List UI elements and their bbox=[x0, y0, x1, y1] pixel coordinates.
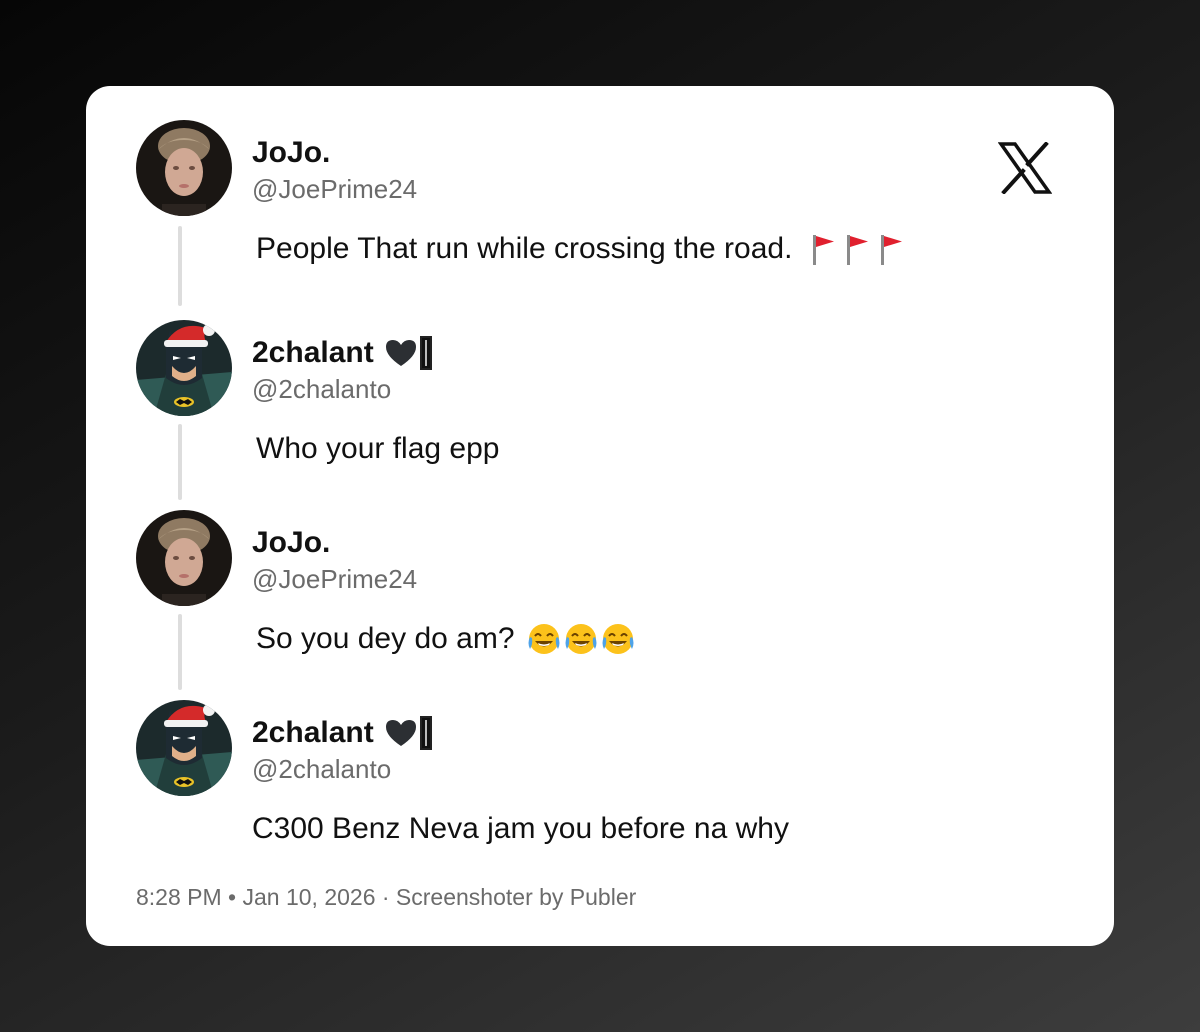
thread-connector-line bbox=[178, 614, 182, 690]
post-text: So you dey do am? bbox=[256, 622, 515, 655]
author-handle[interactable]: @JoePrime24 bbox=[252, 564, 417, 595]
tears-of-joy-emoji bbox=[564, 622, 598, 656]
author-name-row: JoJo. bbox=[252, 136, 330, 170]
face-photo-avatar[interactable] bbox=[136, 120, 232, 216]
red-flag-icon bbox=[844, 232, 870, 266]
author-name[interactable]: JoJo. bbox=[252, 136, 330, 170]
face-photo-avatar[interactable] bbox=[136, 510, 232, 606]
batman-santa-avatar[interactable] bbox=[136, 320, 232, 416]
x-logo-icon[interactable] bbox=[998, 142, 1052, 194]
author-name-row: 2chalant bbox=[252, 336, 432, 370]
post-text: C300 Benz Neva jam you before na why bbox=[252, 812, 789, 845]
post-text: People That run while crossing the road. bbox=[256, 232, 793, 265]
author-handle[interactable]: @2chalanto bbox=[252, 374, 391, 405]
author-name[interactable]: 2chalant bbox=[252, 336, 374, 370]
post-body: Who your flag epp bbox=[256, 432, 499, 466]
tears-of-joy-emoji bbox=[527, 622, 561, 656]
post-body: So you dey do am? bbox=[256, 622, 635, 656]
red-flag-icon bbox=[878, 232, 904, 266]
post-body: People That run while crossing the road. bbox=[256, 232, 904, 266]
red-flag-icon bbox=[810, 232, 836, 266]
author-name-row: JoJo. bbox=[252, 526, 330, 560]
author-name-row: 2chalant bbox=[252, 716, 432, 750]
timestamp-footer: 8:28 PM • Jan 10, 2026 · Screenshoter by… bbox=[136, 884, 637, 910]
black-heart-icon bbox=[384, 338, 418, 368]
tears-of-joy-emoji bbox=[601, 622, 635, 656]
flag-badge-icon bbox=[419, 336, 432, 370]
author-name[interactable]: 2chalant bbox=[252, 716, 374, 750]
batman-santa-avatar[interactable] bbox=[136, 700, 232, 796]
thread-connector-line bbox=[178, 424, 182, 500]
post-text: Who your flag epp bbox=[256, 432, 500, 465]
author-handle[interactable]: @JoePrime24 bbox=[252, 174, 417, 205]
author-name[interactable]: JoJo. bbox=[252, 526, 330, 560]
thread-connector-line bbox=[178, 226, 182, 306]
flag-badge-icon bbox=[419, 716, 432, 750]
black-heart-icon bbox=[384, 718, 418, 748]
post-body: C300 Benz Neva jam you before na why bbox=[252, 812, 789, 846]
author-handle[interactable]: @2chalanto bbox=[252, 754, 391, 785]
